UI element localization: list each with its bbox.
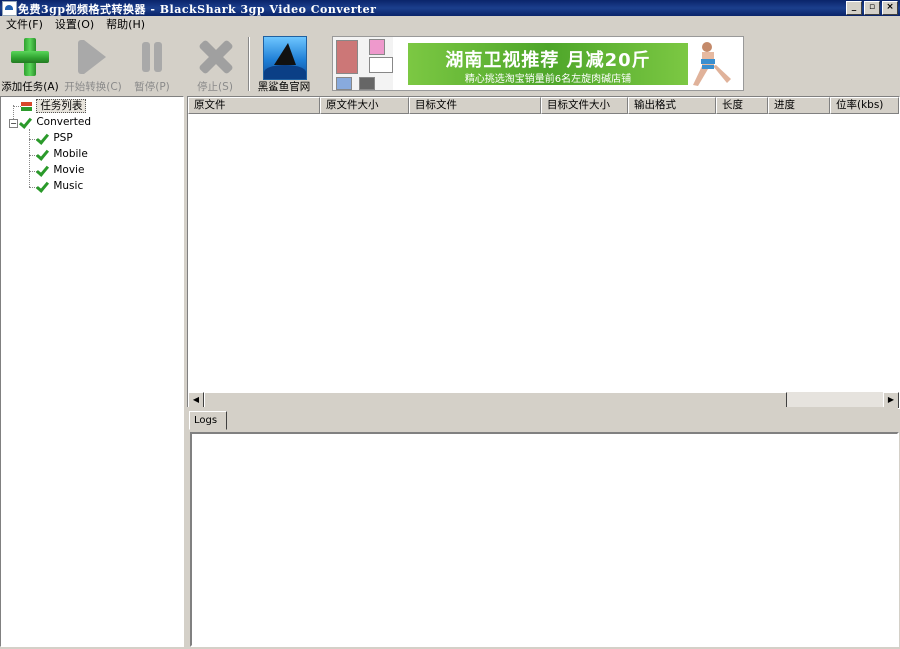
- ad-banner[interactable]: 湖南卫视推荐 月减20斤 精心挑选淘宝销量前6名左旋肉碱店铺: [332, 36, 744, 91]
- shark-icon: [263, 36, 307, 80]
- model-image: [693, 42, 731, 86]
- start-convert-label: 开始转换(C): [64, 81, 122, 93]
- tree-root-label: 任务列表: [36, 99, 87, 113]
- app-icon[interactable]: [2, 1, 17, 16]
- tree-item-label: PSP: [53, 132, 73, 144]
- column-header-length[interactable]: 长度: [716, 97, 768, 114]
- tree-root-node[interactable]: 任务列表: [21, 99, 87, 114]
- toolbar-separator: [248, 37, 250, 91]
- table-header: 原文件 原文件大小 目标文件 目标文件大小 输出格式 长度 进度 位率(kbs): [188, 97, 899, 114]
- close-button[interactable]: ×: [882, 1, 898, 15]
- tab-logs[interactable]: Logs: [189, 411, 227, 430]
- checkmark-icon: [38, 134, 50, 142]
- tree-group-label: Converted: [36, 116, 91, 128]
- banner-thumbnails: [333, 37, 393, 90]
- window-title: 免费3gp视频格式转换器 - BlackShark 3gp Video Conv…: [18, 3, 377, 16]
- menu-bar: 文件(F) 设置(O) 帮助(H): [0, 16, 900, 33]
- plus-icon: [9, 36, 51, 78]
- official-site-label: 黑鲨鱼官网: [257, 81, 311, 93]
- add-task-label: 添加任务(A): [1, 81, 59, 93]
- add-task-button[interactable]: 添加任务(A): [0, 33, 60, 95]
- tree-item-psp[interactable]: PSP: [38, 131, 73, 146]
- stop-button[interactable]: 停止(S): [190, 33, 240, 95]
- column-header-source-size[interactable]: 原文件大小: [320, 97, 409, 114]
- horizontal-splitter[interactable]: [187, 407, 898, 411]
- scroll-right-arrow[interactable]: ▶: [883, 392, 899, 408]
- start-convert-button[interactable]: 开始转换(C): [62, 33, 124, 95]
- column-header-output-format[interactable]: 输出格式: [628, 97, 716, 114]
- scrollbar-thumb[interactable]: [204, 392, 787, 408]
- menu-help[interactable]: 帮助(H): [100, 16, 151, 33]
- column-header-source-file[interactable]: 原文件: [188, 97, 320, 114]
- thumbnail-image: [336, 77, 352, 90]
- stop-icon: [194, 36, 236, 78]
- logs-output[interactable]: [190, 432, 899, 647]
- restore-button[interactable]: ▫: [864, 1, 880, 15]
- tree-item-music[interactable]: Music: [38, 179, 83, 194]
- official-site-button[interactable]: 黑鲨鱼官网: [254, 33, 314, 95]
- title-bar[interactable]: 免费3gp视频格式转换器 - BlackShark 3gp Video Conv…: [0, 0, 900, 16]
- stop-label: 停止(S): [197, 81, 233, 93]
- thumbnail-image: [336, 40, 358, 74]
- banner-headline-box: 湖南卫视推荐 月减20斤 精心挑选淘宝销量前6名左旋肉碱店铺: [408, 43, 688, 85]
- banner-subtitle: 精心挑选淘宝销量前6名左旋肉碱店铺: [464, 74, 632, 85]
- tree-item-label: Music: [53, 180, 84, 192]
- tree-item-label: Movie: [53, 164, 85, 176]
- play-icon: [72, 36, 114, 78]
- task-table: 原文件 原文件大小 目标文件 目标文件大小 输出格式 长度 进度 位率(kbs)…: [187, 96, 900, 409]
- horizontal-scrollbar[interactable]: ◀ ▶: [188, 392, 899, 408]
- banner-title: 湖南卫视推荐 月减20斤: [445, 50, 651, 71]
- tree-item-label: Mobile: [53, 148, 88, 160]
- task-list-icon: [21, 100, 33, 112]
- checkmark-icon: [38, 150, 50, 158]
- thumbnail-image: [369, 39, 385, 55]
- column-header-target-size[interactable]: 目标文件大小: [541, 97, 628, 114]
- pause-label: 暂停(P): [134, 81, 170, 93]
- minimize-button[interactable]: _: [846, 1, 862, 15]
- checkmark-icon: [38, 182, 50, 190]
- checkmark-icon: [21, 118, 33, 126]
- pause-icon: [131, 36, 173, 78]
- tree-item-movie[interactable]: Movie: [38, 163, 84, 178]
- thumbnail-image: [369, 57, 393, 73]
- checkmark-icon: [38, 166, 50, 174]
- tree-item-mobile[interactable]: Mobile: [38, 147, 88, 162]
- task-tree: 任务列表 − Converted PSP Mobile Movie Music: [0, 96, 184, 647]
- pause-button[interactable]: 暂停(P): [127, 33, 177, 95]
- tree-line: [29, 129, 30, 187]
- thumbnail-image: [359, 77, 375, 90]
- column-header-target-file[interactable]: 目标文件: [409, 97, 541, 114]
- column-header-progress[interactable]: 进度: [768, 97, 830, 114]
- tree-group-node[interactable]: Converted: [21, 115, 91, 130]
- tree-line: [13, 106, 21, 107]
- menu-settings[interactable]: 设置(O): [49, 16, 100, 33]
- column-header-bitrate[interactable]: 位率(kbs): [830, 97, 899, 114]
- collapse-toggle[interactable]: −: [9, 119, 18, 128]
- menu-file[interactable]: 文件(F): [0, 16, 49, 33]
- scroll-left-arrow[interactable]: ◀: [188, 392, 204, 408]
- window-controls: _ ▫ ×: [846, 1, 898, 15]
